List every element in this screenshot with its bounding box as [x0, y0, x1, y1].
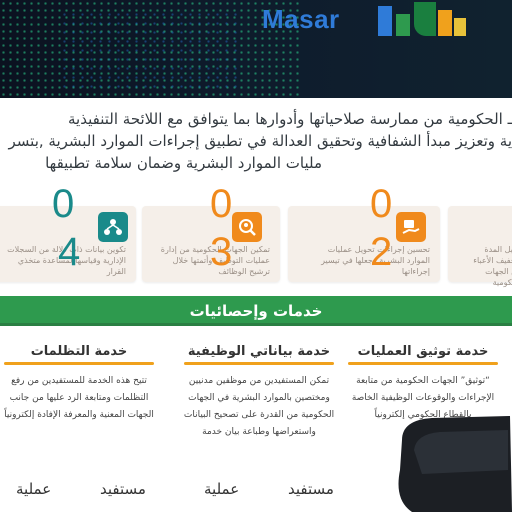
service-card[interactable]: خدمة بياناتي الوظيفية تمكن المستفيدين من… — [174, 344, 344, 441]
section-banner: خدمات وإحصائيات — [0, 296, 512, 326]
search-user-icon — [232, 212, 262, 242]
hero-banner: Masar — [0, 0, 512, 98]
service-desc: تتيح هذه الخدمة للمستفيدين من رفع التظلم… — [4, 376, 154, 420]
stat-number: 0 — [370, 182, 393, 226]
brand-logo-mark — [378, 0, 468, 36]
intro-paragraph: ـ الحكومية من ممارسة صلاحياتها وأدوارها … — [0, 108, 512, 198]
service-desc: تمكن المستفيدين من موظفين مدنيين ومختصين… — [183, 376, 335, 437]
intro-line: ية وتعزيز مبدأ الشفافية وتحقيق العدالة ف… — [8, 132, 512, 150]
stats-row: تكوين بيانات ذات دلالة من السجلات الإدار… — [0, 184, 512, 290]
stat-card: تقليل المدة وتخفيف الأعباء عن الجهات الح… — [448, 206, 512, 287]
network-icon — [98, 212, 128, 242]
section-title: خدمات وإحصائيات — [189, 302, 323, 320]
counter-label: عملية — [16, 480, 52, 498]
stat-number: 4 — [58, 230, 81, 274]
stat-number: 2 — [370, 230, 393, 274]
service-title: خدمة توثيق العمليات — [357, 344, 489, 359]
counter-label: عملية — [204, 480, 240, 498]
intro-line: ـ الحكومية من ممارسة صلاحياتها وأدوارها … — [68, 110, 512, 128]
hero-dot-pattern-blue — [60, 10, 240, 90]
counter-label: مستفيد — [288, 480, 334, 498]
chair-photo — [398, 416, 512, 512]
service-card[interactable]: خدمة التظلمات تتيح هذه الخدمة للمستفيدين… — [0, 344, 164, 424]
service-title: خدمة بياناتي الوظيفية — [187, 344, 331, 359]
stat-card: تحسين إجراءات تحويل عمليات الموارد البشر… — [288, 206, 440, 282]
brand-logo-text: Masar — [262, 4, 340, 34]
intro-line: مليات الموارد البشرية وضمان سلامة تطبيقه… — [45, 154, 322, 172]
stat-number: 0 — [210, 182, 233, 226]
service-underline — [348, 362, 498, 365]
service-underline — [184, 362, 334, 365]
stat-text: تقليل المدة وتخفيف الأعباء عن الجهات الح… — [473, 245, 512, 287]
stat-number: 3 — [210, 230, 233, 274]
service-title: خدمة التظلمات — [30, 344, 128, 359]
hand-icon — [396, 212, 426, 242]
service-underline — [4, 362, 154, 365]
counter-label: مستفيد — [100, 480, 146, 498]
stat-number: 0 — [52, 182, 75, 226]
